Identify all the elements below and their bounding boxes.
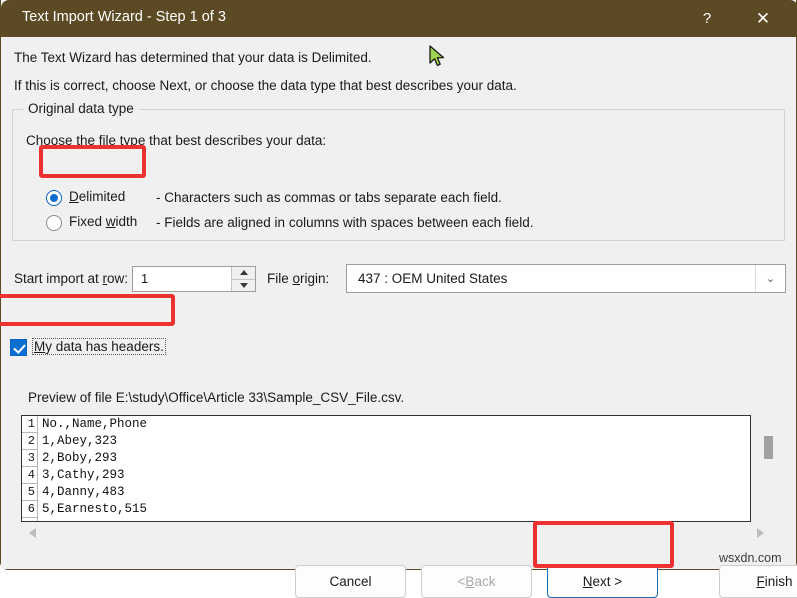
preview-file-label: Preview of file E:\study\Office\Article … (28, 390, 405, 405)
my-data-has-headers-label: My data has headers. (32, 338, 166, 355)
preview-row-number: 3 (22, 450, 38, 467)
preview-row-number: 4 (22, 467, 38, 484)
preview-row: 1 No.,Name,Phone (22, 416, 750, 433)
file-origin-selected-value: 437 : OEM United States (358, 271, 508, 286)
start-import-row-stepper[interactable]: 1 (132, 266, 256, 292)
preview-row-text: 5,Earnesto,515 (42, 502, 148, 516)
spinner-up-icon[interactable] (232, 267, 255, 280)
preview-row-number: 6 (22, 501, 38, 518)
preview-row-text: 2,Boby,293 (42, 451, 118, 465)
mouse-cursor-icon (429, 45, 445, 67)
preview-row-text: 1,Abey,323 (42, 434, 118, 448)
preview-row: 5 4,Danny,483 (22, 484, 750, 501)
fixed-width-description: - Fields are aligned in columns with spa… (156, 215, 534, 230)
preview-row-number: 1 (22, 416, 38, 433)
preview-row-empty (22, 518, 750, 521)
delimited-description: - Characters such as commas or tabs sepa… (156, 190, 502, 205)
preview-row: 4 3,Cathy,293 (22, 467, 750, 484)
preview-row: 6 5,Earnesto,515 (22, 501, 750, 518)
watermark: wsxdn.com (719, 551, 782, 565)
text-import-wizard-dialog: Text Import Wizard - Step 1 of 3 ? ✕ The… (0, 0, 797, 598)
scroll-right-icon[interactable] (757, 528, 764, 538)
preview-row-text: 3,Cathy,293 (42, 468, 125, 482)
preview-row-number (22, 518, 38, 521)
preview-pane[interactable]: 1 No.,Name,Phone 2 1,Abey,323 3 2,Boby,2… (21, 415, 751, 522)
file-origin-label: File origin: (267, 271, 330, 286)
preview-row-number: 2 (22, 433, 38, 450)
start-import-row-input[interactable]: 1 (133, 267, 231, 291)
close-icon[interactable]: ✕ (740, 0, 786, 37)
title-bar: Text Import Wizard - Step 1 of 3 ? ✕ (1, 0, 797, 37)
preview-vertical-scrollbar[interactable] (764, 436, 773, 459)
chevron-down-icon[interactable]: ⌄ (755, 265, 785, 292)
preview-row-number: 5 (22, 484, 38, 501)
radio-unselected-icon (46, 215, 62, 231)
intro-line-2: If this is correct, choose Next, or choo… (14, 78, 517, 93)
dialog-body: The Text Wizard has determined that your… (1, 37, 797, 598)
spinner-down-icon[interactable] (232, 280, 255, 292)
preview-horizontal-scrollbar[interactable] (21, 524, 771, 542)
preview-row-text: 4,Danny,483 (42, 485, 125, 499)
delimited-radio-label: Delimited (69, 189, 126, 204)
window-title: Text Import Wizard - Step 1 of 3 (22, 9, 226, 25)
preview-row: 2 1,Abey,323 (22, 433, 750, 450)
help-icon[interactable]: ? (684, 0, 730, 37)
stepper-buttons[interactable] (231, 267, 255, 291)
scroll-left-icon[interactable] (29, 528, 36, 538)
fixed-width-radio-label: Fixed width (69, 214, 138, 229)
preview-row: 3 2,Boby,293 (22, 450, 750, 467)
file-origin-select[interactable]: 437 : OEM United States ⌄ (346, 264, 786, 293)
intro-line-1: The Text Wizard has determined that your… (14, 50, 372, 65)
original-data-type-legend: Original data type (23, 101, 139, 116)
radio-selected-icon (46, 190, 62, 206)
checkbox-checked-icon (10, 339, 27, 356)
start-import-row-label: Start import at row: (14, 271, 129, 286)
choose-file-type-label: Choose the file type that best describes… (26, 133, 327, 148)
preview-row-text: No.,Name,Phone (42, 417, 148, 431)
